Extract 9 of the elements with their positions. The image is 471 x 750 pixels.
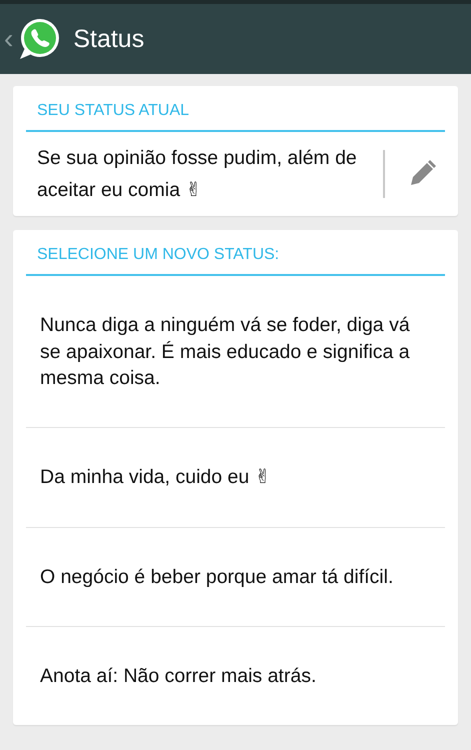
status-option[interactable]: Da minha vida, cuido eu ✌ [26,428,445,528]
current-status-text: Se sua opinião fosse pudim, além de aceitar eu comia ✌ [37,146,358,204]
section-heading: SEU STATUS ATUAL [26,86,445,132]
section-heading: SELECIONE UM NOVO STATUS: [26,230,445,276]
back-button[interactable]: ‹ [4,25,14,53]
status-option[interactable]: Anota aí: Não correr mais atrás. [26,626,445,726]
screen-title: Status [73,24,144,54]
status-option[interactable]: O negócio é beber porque amar tá difícil. [26,528,445,627]
status-option[interactable]: Nunca diga a ninguém vá se foder, diga vá se apaixonar. É mais educado e significa a mesma coisa. [26,276,445,428]
